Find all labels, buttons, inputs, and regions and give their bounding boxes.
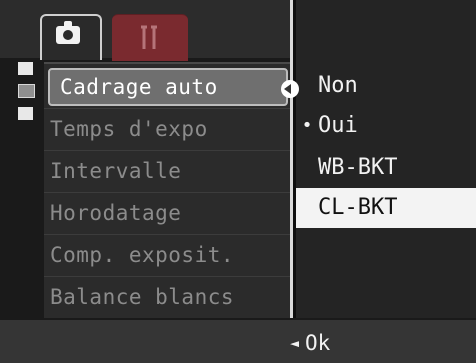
option-submenu: Non • Oui WB-BKT CL-BKT	[296, 0, 476, 318]
option-label: WB-BKT	[318, 155, 398, 180]
ok-label: Ok	[305, 331, 331, 355]
page-marker	[18, 62, 33, 75]
submenu-pointer-icon	[281, 80, 299, 98]
menu-item-balance-blancs[interactable]: Balance blancs	[50, 278, 234, 316]
menu-divider	[44, 192, 290, 193]
menu-item-horodatage[interactable]: Horodatage	[50, 194, 181, 232]
option-label: CL-BKT	[318, 195, 398, 220]
tab-setup[interactable]	[112, 14, 188, 61]
option-label: Oui	[318, 113, 358, 138]
left-arrow-icon: ◄	[290, 334, 300, 352]
camera-menu-screen: Cadrage auto Temps d'expo Intervalle Hor…	[0, 0, 476, 363]
option-oui[interactable]: • Oui	[296, 106, 476, 146]
option-label: Non	[318, 73, 358, 98]
current-value-dot-icon: •	[301, 115, 313, 136]
tab-bar	[0, 0, 290, 61]
menu-divider	[44, 150, 290, 151]
menu-item-comp-exposit[interactable]: Comp. exposit.	[50, 236, 234, 274]
option-wb-bkt[interactable]: WB-BKT	[296, 148, 476, 188]
option-non[interactable]: Non	[296, 66, 476, 106]
menu-divider	[44, 276, 290, 277]
menu-item-intervalle[interactable]: Intervalle	[50, 152, 181, 190]
settings-menu: Cadrage auto Temps d'expo Intervalle Hor…	[44, 62, 290, 320]
camera-icon	[56, 21, 80, 44]
wrench-icon	[141, 25, 157, 49]
menu-divider	[44, 234, 290, 235]
option-cl-bkt[interactable]: CL-BKT	[296, 188, 476, 228]
page-indicator	[18, 62, 40, 129]
page-marker	[18, 107, 33, 120]
menu-item-cadrage-auto[interactable]: Cadrage auto	[48, 68, 288, 106]
menu-divider	[44, 108, 290, 109]
menu-item-temps-expo[interactable]: Temps d'expo	[50, 110, 208, 148]
tab-shooting[interactable]	[40, 14, 102, 60]
page-marker-active	[18, 84, 35, 98]
ok-hint[interactable]: ◄ Ok	[290, 330, 330, 356]
bottom-hint-bar: ◄ Ok	[0, 318, 476, 363]
